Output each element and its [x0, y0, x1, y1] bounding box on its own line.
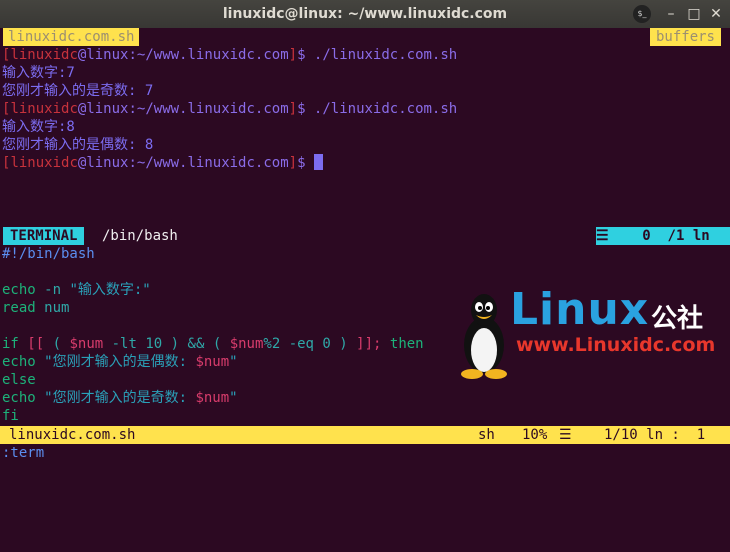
text-cursor — [313, 154, 323, 170]
code-line[interactable]: if [[ ( $num -lt 10 ) && ( $num%2 -eq 0 … — [2, 335, 424, 353]
title-bar: linuxidc@linux: ~/www.linuxidc.com $_ – … — [0, 0, 730, 28]
code-line[interactable]: echo "您刚才输入的是奇数: $num" — [2, 389, 238, 407]
close-icon[interactable]: ✕ — [707, 5, 725, 23]
status-filetype: sh — [478, 427, 495, 443]
terminal-mode: TERMINAL — [3, 227, 85, 245]
prompt-line[interactable]: [linuxidc@linux:~/www.linuxidc.com]$ — [2, 154, 323, 172]
window-title: linuxidc@linux: ~/www.linuxidc.com — [222, 6, 508, 22]
code-line[interactable]: fi — [2, 407, 19, 425]
status-percent: 10% — [522, 427, 548, 443]
terminal-window: linuxidc@linux: ~/www.linuxidc.com $_ – … — [0, 0, 730, 461]
minimize-icon[interactable]: – — [662, 5, 680, 23]
terminal-statusline: TERMINAL /bin/bash ☰ 0 /1 ln — [0, 227, 730, 245]
buffers-label[interactable]: buffers — [649, 28, 721, 46]
maximize-icon[interactable]: □ — [685, 5, 703, 23]
status-icon: ☰ — [559, 427, 572, 443]
terminal-position: ☰ 0 /1 ln — [596, 227, 730, 245]
tux-penguin-icon — [461, 294, 507, 379]
watermark-brand-cn: 公社 — [651, 304, 704, 334]
code-line[interactable]: read num — [2, 299, 69, 317]
command-line[interactable]: :term — [2, 444, 44, 462]
vim-screen[interactable]: linuxidc.com.sh buffers [linuxidc@linux:… — [0, 28, 730, 461]
terminal-name: /bin/bash — [102, 228, 178, 244]
tabline: linuxidc.com.sh buffers — [0, 28, 730, 46]
tab-current[interactable]: linuxidc.com.sh — [3, 28, 140, 46]
linuxidc-watermark: Linux 公社 www.Linuxidc.com — [458, 284, 728, 390]
output-line: 您刚才输入的是偶数: 8 — [2, 137, 154, 153]
output-line: 您刚才输入的是奇数: 7 — [2, 83, 154, 99]
code-line[interactable]: #!/bin/bash — [2, 245, 95, 263]
code-line[interactable]: echo "您刚才输入的是偶数: $num" — [2, 353, 238, 371]
file-statusline: linuxidc.com.sh sh 10% ☰ 1/10 ln : 1 — [0, 426, 730, 444]
prompt-line: [linuxidc@linux:~/www.linuxidc.com]$ ./l… — [2, 47, 458, 63]
prompt-line: [linuxidc@linux:~/www.linuxidc.com]$ ./l… — [2, 101, 458, 117]
status-position: 1/10 ln : 1 — [604, 427, 706, 443]
output-line: 输入数字:7 — [2, 65, 75, 81]
terminal-app-icon[interactable]: $_ — [633, 5, 651, 23]
watermark-brand: Linux — [510, 284, 650, 335]
code-line[interactable]: else — [2, 371, 36, 389]
output-line: 输入数字:8 — [2, 119, 75, 135]
code-line[interactable]: echo -n "输入数字:" — [2, 281, 151, 299]
watermark-url: www.Linuxidc.com — [516, 334, 716, 356]
status-filename: linuxidc.com.sh — [9, 427, 136, 443]
